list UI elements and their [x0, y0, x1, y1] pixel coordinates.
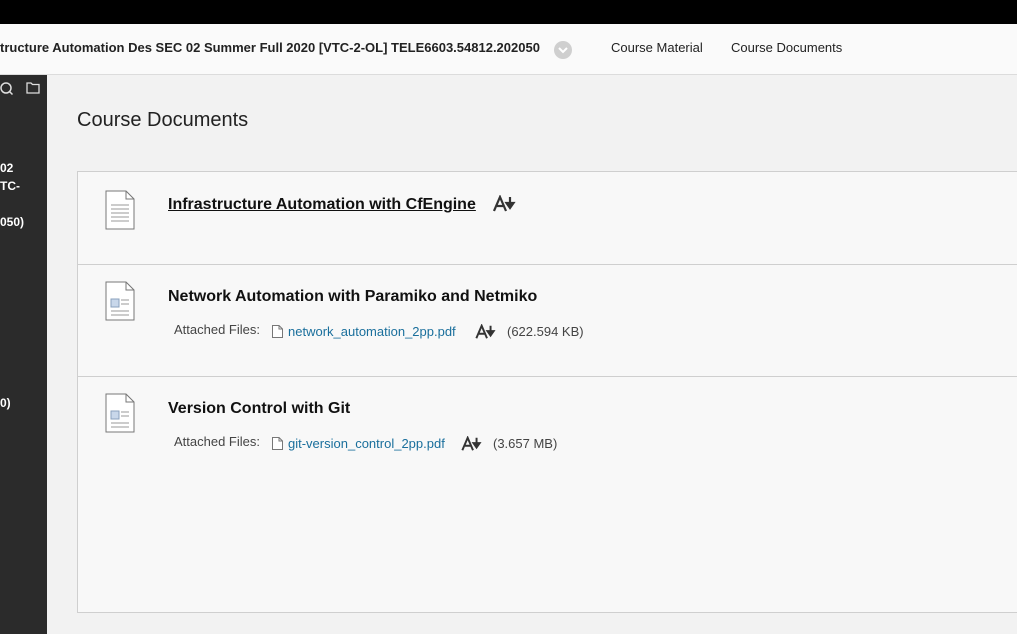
sidebar: 02 TC- 050) 0): [0, 75, 47, 634]
item-title-link[interactable]: Infrastructure Automation with CfEngine: [168, 196, 476, 214]
pdf-file-icon: [272, 325, 283, 341]
attached-files-label: Attached Files:: [174, 434, 260, 449]
document-icon: [105, 393, 135, 438]
accessibility-download-icon[interactable]: [460, 435, 486, 455]
document-icon: [105, 281, 135, 326]
document-icon: [105, 190, 135, 235]
file-size: (622.594 KB): [507, 324, 584, 339]
sidebar-course-text[interactable]: 050): [0, 213, 24, 231]
main-content: Course Documents Infrastructure Automati…: [47, 75, 1017, 634]
nav-course-documents[interactable]: Course Documents: [731, 40, 842, 55]
pdf-file-icon: [272, 437, 283, 453]
search-icon[interactable]: [0, 81, 14, 100]
attached-files-label: Attached Files:: [174, 322, 260, 337]
course-header: tructure Automation Des SEC 02 Summer Fu…: [0, 24, 1017, 75]
list-item: Network Automation with Paramiko and Net…: [78, 265, 1017, 377]
sidebar-course-text[interactable]: 0): [0, 394, 11, 412]
folder-icon[interactable]: [26, 81, 40, 99]
file-size: (3.657 MB): [493, 436, 558, 451]
browser-top-bar: [0, 0, 1017, 24]
attachment-link[interactable]: network_automation_2pp.pdf: [288, 324, 456, 339]
item-title: Network Automation with Paramiko and Net…: [168, 288, 538, 305]
list-item: Infrastructure Automation with CfEngine: [78, 172, 1017, 265]
nav-course-material[interactable]: Course Material: [611, 40, 703, 55]
item-title: Version Control with Git: [168, 400, 351, 417]
list-item: Version Control with Git Attached Files:…: [78, 377, 1017, 497]
sidebar-course-text[interactable]: TC-: [0, 177, 20, 195]
attachment-link[interactable]: git-version_control_2pp.pdf: [288, 436, 445, 451]
accessibility-download-icon[interactable]: [492, 194, 519, 218]
accessibility-download-icon[interactable]: [474, 323, 500, 343]
chevron-down-icon[interactable]: [554, 41, 572, 59]
sidebar-course-text[interactable]: 02: [0, 159, 13, 177]
course-title[interactable]: tructure Automation Des SEC 02 Summer Fu…: [0, 40, 540, 55]
content-list: Infrastructure Automation with CfEngine: [77, 171, 1017, 613]
page-title: Course Documents: [77, 109, 249, 131]
